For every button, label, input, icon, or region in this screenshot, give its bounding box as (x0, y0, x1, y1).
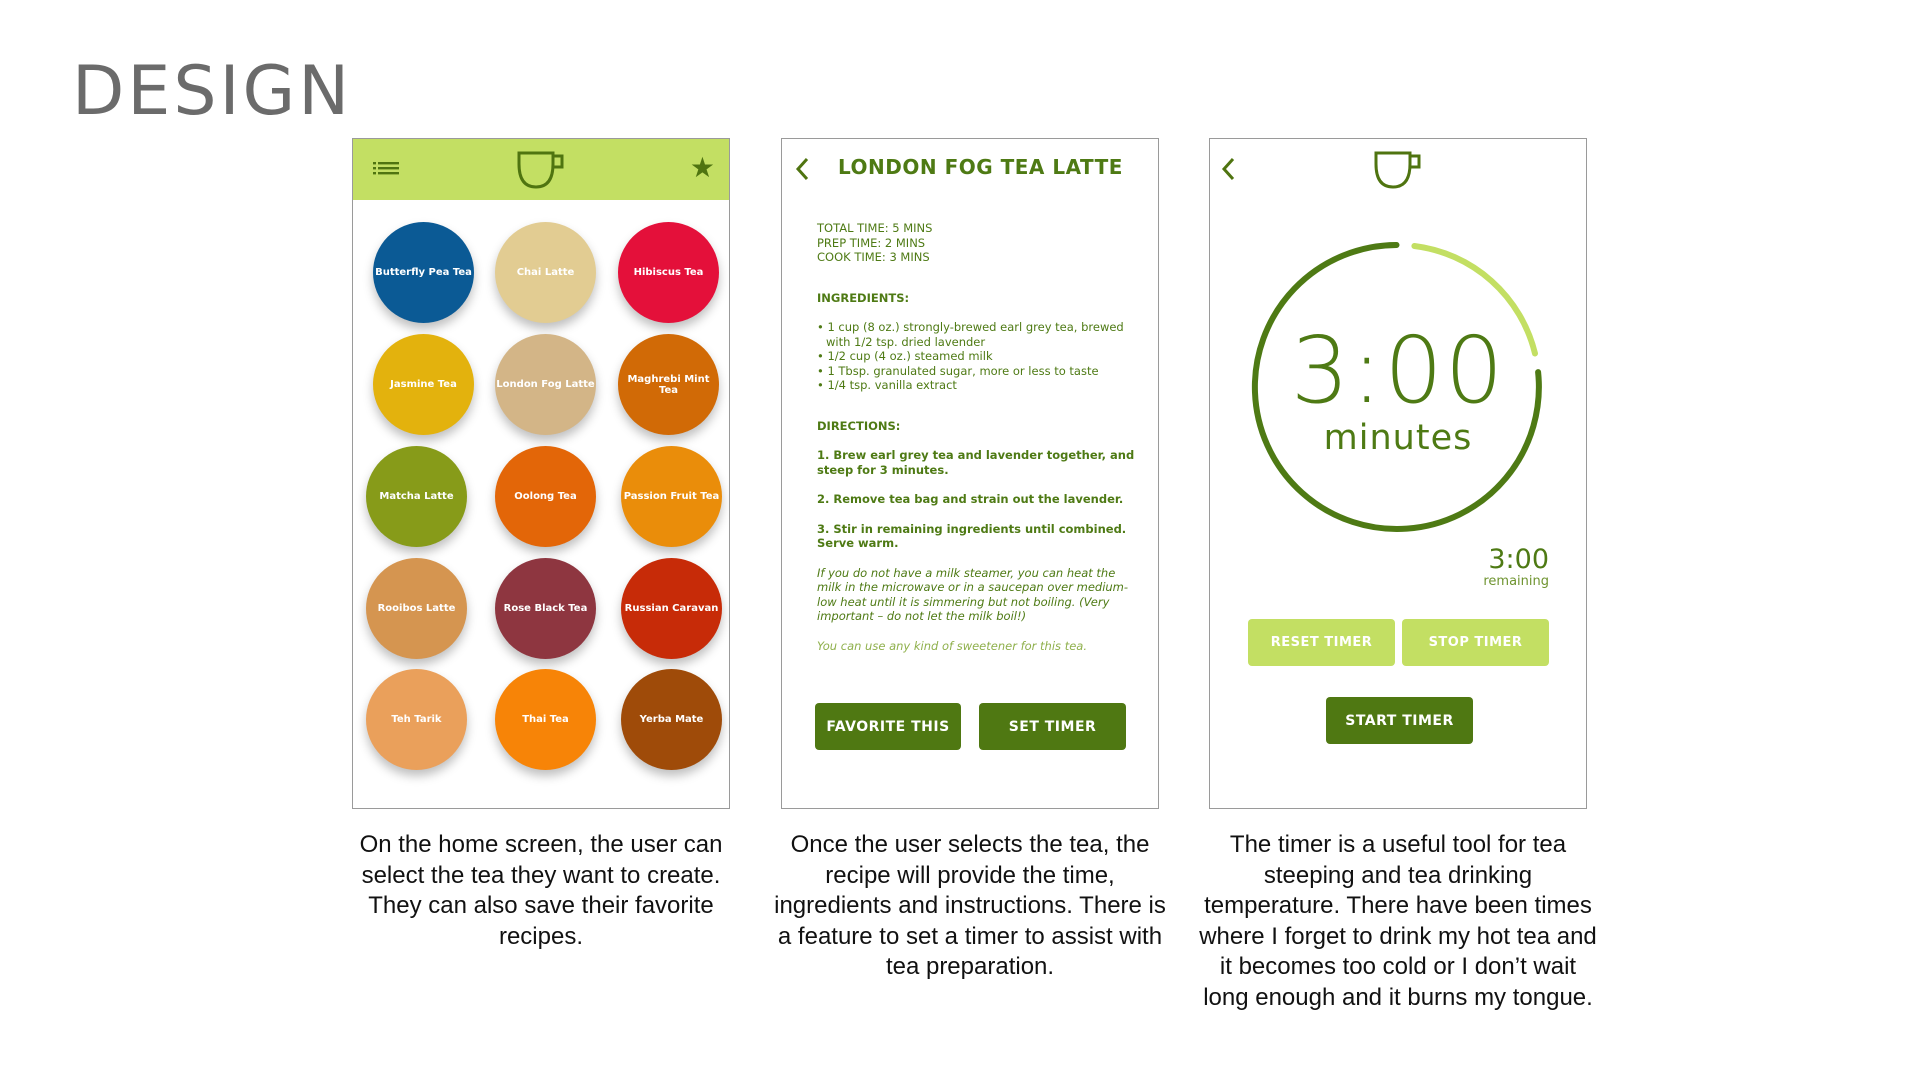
direction-step: 3. Stir in remaining ingredients until c… (817, 521, 1127, 551)
tea-option-label: Jasmine Tea (390, 379, 457, 390)
tea-option[interactable]: Matcha Latte (366, 446, 467, 547)
total-time: TOTAL TIME: 5 MINS (817, 221, 933, 235)
tea-option[interactable]: London Fog Latte (495, 334, 596, 435)
tea-option[interactable]: Passion Fruit Tea (621, 446, 722, 547)
tea-option[interactable]: Yerba Mate (621, 669, 722, 770)
ingredient-item: • 1/2 cup (4 oz.) steamed milk (817, 349, 993, 363)
tea-option[interactable]: Russian Caravan (621, 558, 722, 659)
tea-option-label: Hibiscus Tea (633, 267, 704, 278)
tea-option-label: Russian Caravan (624, 603, 719, 614)
recipe-screen-mockup: LONDON FOG TEA LATTE TOTAL TIME: 5 MINS … (781, 138, 1159, 809)
home-caption: On the home screen, the user can select … (359, 831, 723, 950)
sweetener-note: You can use any kind of sweetener for th… (817, 638, 1087, 653)
tea-option-label: Rooibos Latte (377, 603, 456, 614)
tea-option[interactable]: Rose Black Tea (495, 558, 596, 659)
tea-option-label: Thai Tea (522, 714, 569, 725)
list-menu-icon[interactable] (373, 161, 399, 179)
remaining-label: remaining (1483, 574, 1549, 589)
tea-option-label: Oolong Tea (514, 491, 577, 502)
ingredient-item: • 1 cup (8 oz.) strongly-brewed earl gre… (817, 320, 1124, 349)
tea-cup-icon[interactable] (516, 150, 566, 190)
direction-step: 2. Remove tea bag and strain out the lav… (817, 492, 1124, 506)
tea-option[interactable]: Rooibos Latte (366, 558, 467, 659)
tea-option[interactable]: Butterfly Pea Tea (373, 222, 474, 323)
tea-option-label: Matcha Latte (379, 491, 454, 502)
start-timer-button[interactable]: START TIMER (1326, 697, 1473, 744)
prep-time: PREP TIME: 2 MINS (817, 235, 926, 250)
slide-title: DESIGN (72, 52, 353, 131)
recipe-body: TOTAL TIME: 5 MINS PREP TIME: 2 MINS COO… (817, 221, 1139, 653)
tea-option[interactable]: Oolong Tea (495, 446, 596, 547)
tea-option-label: Passion Fruit Tea (623, 491, 720, 502)
tea-option-label: Yerba Mate (639, 714, 704, 725)
tea-option[interactable]: Teh Tarik (366, 669, 467, 770)
tea-cup-icon (1374, 151, 1421, 189)
recipe-title: LONDON FOG TEA LATTE (838, 155, 1123, 179)
stop-timer-button[interactable]: STOP TIMER (1402, 619, 1549, 666)
timer-caption: The timer is a useful tool for tea steep… (1199, 831, 1597, 1011)
back-chevron-icon[interactable] (795, 157, 811, 181)
tea-option-label: Butterfly Pea Tea (375, 267, 472, 278)
tea-option[interactable]: Thai Tea (495, 669, 596, 770)
recipe-note: If you do not have a milk steamer, you c… (817, 565, 1129, 624)
directions-heading: DIRECTIONS: (817, 418, 901, 433)
reset-timer-button[interactable]: RESET TIMER (1248, 619, 1395, 666)
tea-option[interactable]: Jasmine Tea (373, 334, 474, 435)
cook-time: COOK TIME: 3 MINS (817, 250, 930, 264)
favorite-this-button[interactable]: FAVORITE THIS (815, 703, 961, 750)
back-chevron-icon[interactable] (1221, 157, 1237, 181)
home-top-bar: ★ (353, 139, 729, 200)
tea-option-label: Chai Latte (516, 267, 575, 278)
tea-option-label: Maghrebi Mint Tea (627, 373, 710, 396)
timer-display: 3:00 (1290, 317, 1506, 424)
tea-option[interactable]: Maghrebi Mint Tea (618, 334, 719, 435)
tea-option[interactable]: Hibiscus Tea (618, 222, 719, 323)
recipe-caption: Once the user selects the tea, the recip… (774, 831, 1166, 980)
tea-option[interactable]: Chai Latte (495, 222, 596, 323)
tea-option-label: Rose Black Tea (503, 603, 588, 614)
direction-step: 1. Brew earl grey tea and lavender toget… (817, 448, 1135, 477)
ingredient-item: • 1/4 tsp. vanilla extract (817, 378, 957, 392)
home-screen-mockup: ★ Butterfly Pea Tea Chai Latte Hibiscus Te… (352, 138, 730, 809)
tea-option-label: Teh Tarik (391, 714, 442, 725)
timer-screen-mockup: 3:00 minutes 3:00 remaining RESET TIMER … (1209, 138, 1587, 809)
ingredients-heading: INGREDIENTS: (817, 290, 910, 305)
star-icon[interactable]: ★ (690, 154, 715, 182)
timer-unit: minutes (1323, 418, 1473, 458)
ingredient-item: • 1 Tbsp. granulated sugar, more or less… (817, 363, 1099, 378)
tea-option-label: London Fog Latte (496, 379, 595, 390)
set-timer-button[interactable]: SET TIMER (979, 703, 1126, 750)
remaining-time: 3:00 (1488, 544, 1549, 575)
